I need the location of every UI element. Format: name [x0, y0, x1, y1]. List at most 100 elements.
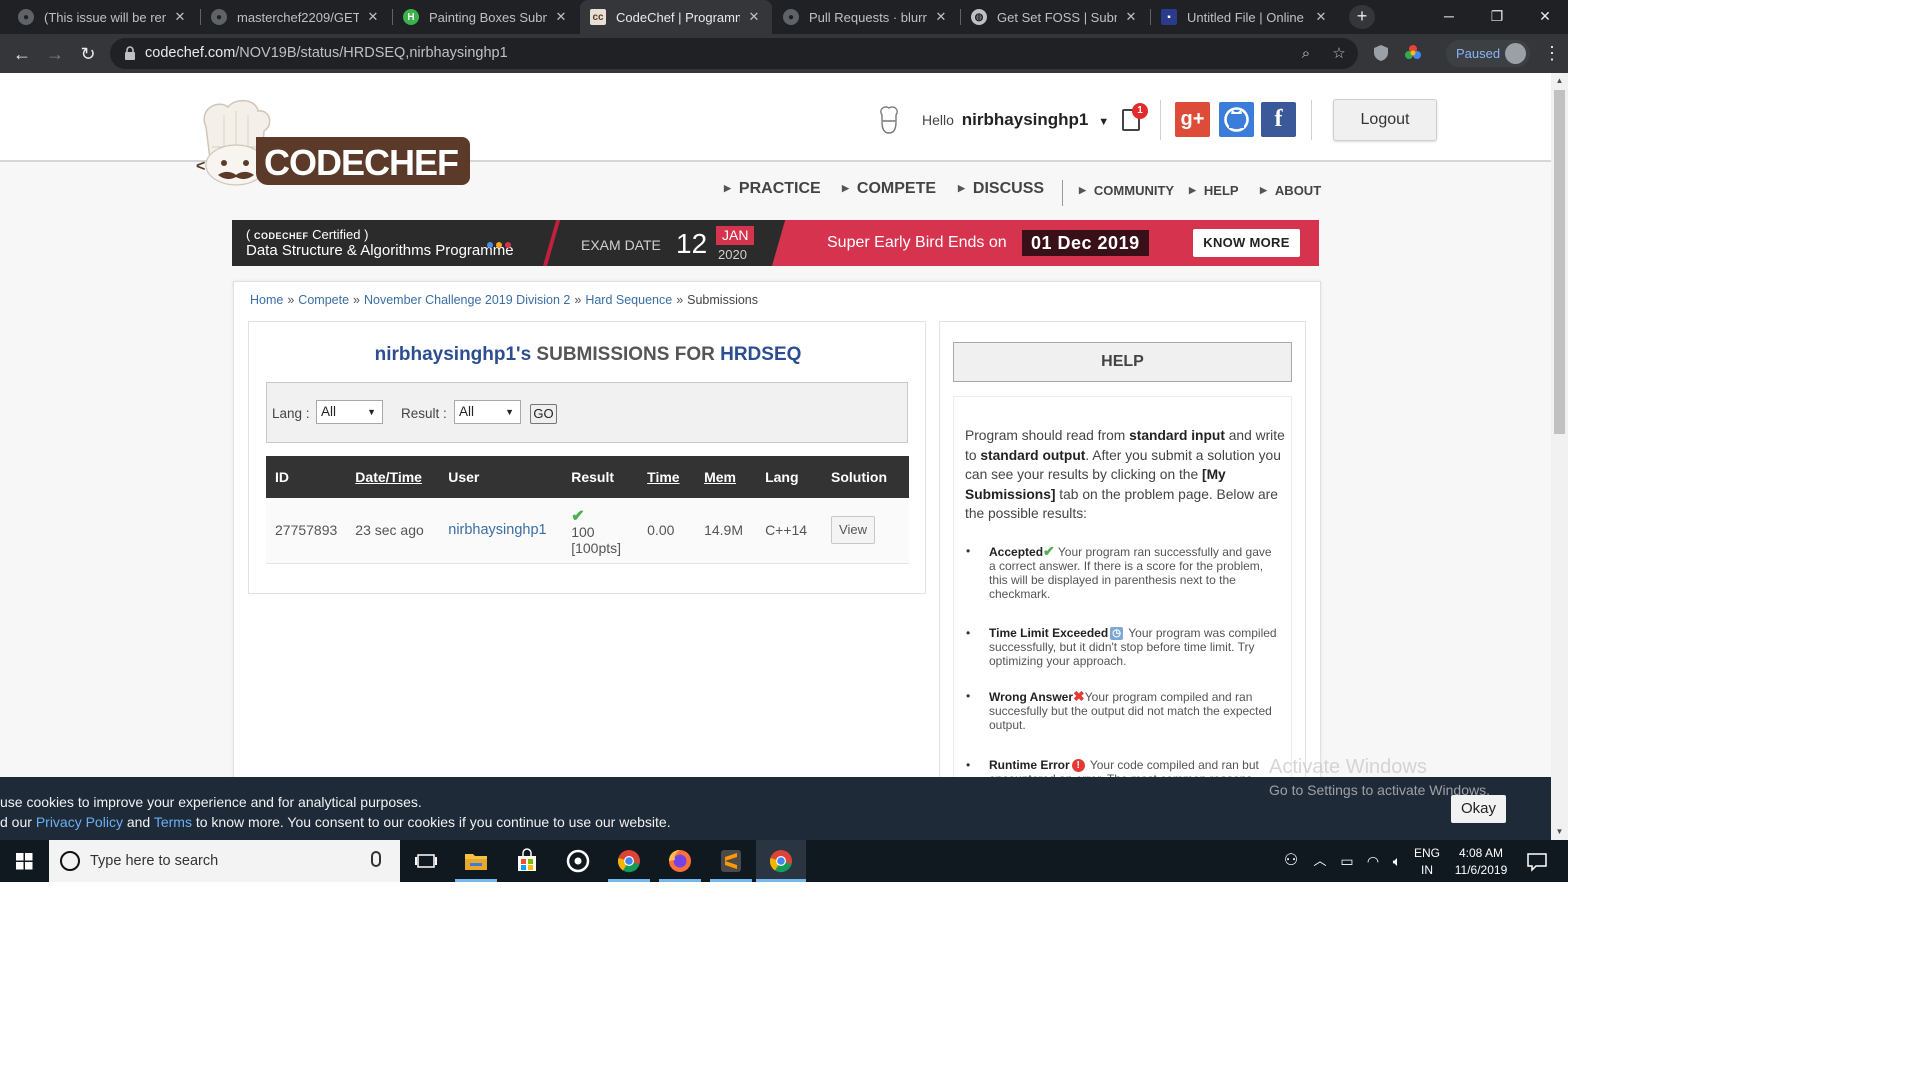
- dropdown-arrow-icon: ▼: [367, 407, 376, 417]
- store-icon[interactable]: [512, 846, 542, 876]
- nav-help[interactable]: ▶ HELP: [1189, 183, 1239, 198]
- breadcrumb-problem[interactable]: Hard Sequence: [585, 293, 672, 307]
- submission-id: 27757893: [266, 498, 347, 564]
- zoom-icon[interactable]: ⌕: [1296, 44, 1316, 64]
- running-indicator: [756, 879, 806, 882]
- column-header-datetime[interactable]: Date/Time: [346, 456, 440, 498]
- submissions-panel: nirbhaysinghp1's SUBMISSIONS FOR HRDSEQ …: [248, 321, 926, 594]
- forward-icon[interactable]: →: [42, 41, 68, 67]
- banner-exam-day: 12: [676, 228, 708, 259]
- close-icon[interactable]: ✕: [746, 9, 762, 25]
- breadcrumb-compete[interactable]: Compete: [298, 293, 349, 307]
- banner-dots: [487, 235, 514, 253]
- header-divider: [1311, 100, 1312, 140]
- scroll-up-icon[interactable]: ▲: [1551, 73, 1568, 89]
- facebook-icon[interactable]: f: [1261, 102, 1296, 137]
- notifications-icon[interactable]: 1: [1122, 103, 1148, 131]
- scroll-down-icon[interactable]: ▼: [1551, 824, 1568, 840]
- close-window-icon[interactable]: ✕: [1530, 4, 1560, 28]
- go-button[interactable]: GO: [530, 404, 557, 424]
- submission-lang: C++14: [756, 498, 823, 564]
- github-login-icon[interactable]: [1219, 102, 1254, 137]
- breadcrumb-contest[interactable]: November Challenge 2019 Division 2: [364, 293, 570, 307]
- shield-extension-icon[interactable]: [1372, 44, 1390, 62]
- close-icon[interactable]: ✕: [933, 9, 949, 25]
- tray-chevron-icon[interactable]: ︿: [1310, 846, 1330, 876]
- submission-user-link[interactable]: nirbhaysinghp1: [439, 498, 563, 564]
- browser-tab[interactable]: ▪ Untitled File | Online C ✕: [1151, 0, 1339, 34]
- browser-tab[interactable]: H Painting Boxes Submis ✕: [393, 0, 579, 34]
- close-icon[interactable]: ✕: [365, 9, 381, 25]
- result-select[interactable]: All ▼: [454, 400, 521, 424]
- battery-icon[interactable]: ▭: [1336, 846, 1358, 876]
- profile-button[interactable]: Paused: [1446, 40, 1530, 67]
- browser-tab[interactable]: ◍ Get Set FOSS | Submis ✕: [961, 0, 1149, 34]
- new-tab-button[interactable]: +: [1349, 5, 1375, 29]
- sublime-text-icon[interactable]: [716, 846, 746, 876]
- nav-compete[interactable]: ▶ COMPETE: [842, 180, 936, 198]
- lang-select[interactable]: All ▼: [316, 400, 383, 424]
- task-view-icon[interactable]: [411, 846, 441, 876]
- know-more-button[interactable]: KNOW MORE: [1193, 229, 1300, 257]
- microphone-icon[interactable]: [371, 851, 381, 867]
- people-icon[interactable]: ⚇: [1276, 846, 1306, 876]
- banner-early-bird-date: 01 Dec 2019: [1022, 230, 1149, 256]
- close-icon[interactable]: ✕: [172, 9, 188, 25]
- browser-tab[interactable]: ● Pull Requests · blurry-x ✕: [773, 0, 959, 34]
- privacy-policy-link[interactable]: Privacy Policy: [36, 814, 123, 830]
- clock[interactable]: 4:08 AM 11/6/2019: [1448, 845, 1514, 879]
- content-container: Home» Compete» November Challenge 2019 Div…: [233, 281, 1321, 840]
- chrome-active-icon[interactable]: [766, 846, 796, 876]
- google-plus-icon[interactable]: g+: [1175, 102, 1210, 137]
- color-extension-icon[interactable]: [1404, 44, 1422, 62]
- volume-icon[interactable]: 🔈︎: [1386, 846, 1408, 876]
- action-center-icon[interactable]: [1522, 846, 1552, 876]
- nav-arrow-icon: ▶: [1079, 185, 1086, 195]
- browser-tab[interactable]: ● (This issue will be remo ✕: [8, 0, 198, 34]
- media-player-icon[interactable]: [563, 846, 593, 876]
- minimize-icon[interactable]: ─: [1434, 4, 1464, 28]
- close-icon[interactable]: ✕: [553, 9, 569, 25]
- user-greeting[interactable]: Hello nirbhaysinghp1 ▼: [922, 110, 1109, 130]
- promo-banner[interactable]: ( CODECHEF Certified ) Data Structure & …: [232, 220, 1319, 266]
- menu-dots-icon[interactable]: ⋮: [1543, 42, 1561, 64]
- column-header-mem[interactable]: Mem: [695, 456, 757, 498]
- browser-tab[interactable]: ● masterchef2209/GETSE ✕: [201, 0, 391, 34]
- windows-start-icon[interactable]: [0, 840, 49, 882]
- browser-tab-active[interactable]: cc CodeChef | Programmi ✕: [580, 0, 772, 34]
- back-icon[interactable]: ←: [9, 41, 35, 67]
- codechef-logo[interactable]: < CODECHEF: [196, 99, 470, 191]
- file-explorer-icon[interactable]: [461, 846, 491, 876]
- maximize-icon[interactable]: ❐: [1482, 4, 1512, 28]
- banner-early-bird: Super Early Bird Ends on: [827, 234, 1007, 251]
- nav-practice[interactable]: ▶ PRACTICE: [724, 180, 821, 198]
- nav-about[interactable]: ▶ ABOUT: [1260, 183, 1321, 198]
- logout-button[interactable]: Logout: [1333, 99, 1437, 141]
- clock-date: 11/6/2019: [1454, 863, 1508, 877]
- nav-discuss[interactable]: ▶ DISCUSS: [958, 180, 1044, 198]
- breadcrumb-home[interactable]: Home: [250, 293, 283, 307]
- reload-icon[interactable]: ↻: [75, 41, 101, 67]
- input-language[interactable]: ENG IN: [1412, 845, 1442, 879]
- taskbar-search[interactable]: Type here to search: [49, 840, 400, 882]
- close-icon[interactable]: ✕: [1123, 9, 1139, 25]
- title-problem-code[interactable]: HRDSEQ: [720, 344, 801, 365]
- scrollbar-thumb[interactable]: [1554, 90, 1565, 434]
- chrome-icon[interactable]: [614, 846, 644, 876]
- column-header-time[interactable]: Time: [638, 456, 696, 498]
- page-scrollbar[interactable]: ▲ ▼: [1551, 73, 1568, 840]
- firefox-icon[interactable]: [665, 846, 695, 876]
- address-bar[interactable]: codechef.com/NOV19B/status/HRDSEQ,nirbha…: [110, 38, 1358, 69]
- submission-solution: View: [822, 498, 909, 564]
- nav-community[interactable]: ▶ COMMUNITY: [1079, 183, 1174, 198]
- nav-divider: [1062, 180, 1063, 206]
- close-icon[interactable]: ✕: [1313, 9, 1329, 25]
- terms-link[interactable]: Terms: [154, 814, 192, 830]
- view-solution-button[interactable]: View: [831, 516, 876, 545]
- banner-exam-label: EXAM DATE: [581, 237, 661, 253]
- bookmark-star-icon[interactable]: ☆: [1329, 44, 1349, 64]
- wifi-icon[interactable]: ◠: [1362, 846, 1384, 876]
- cookie-okay-button[interactable]: Okay: [1451, 795, 1506, 823]
- title-username[interactable]: nirbhaysinghp1's: [375, 344, 532, 365]
- help-title[interactable]: HELP: [953, 342, 1292, 382]
